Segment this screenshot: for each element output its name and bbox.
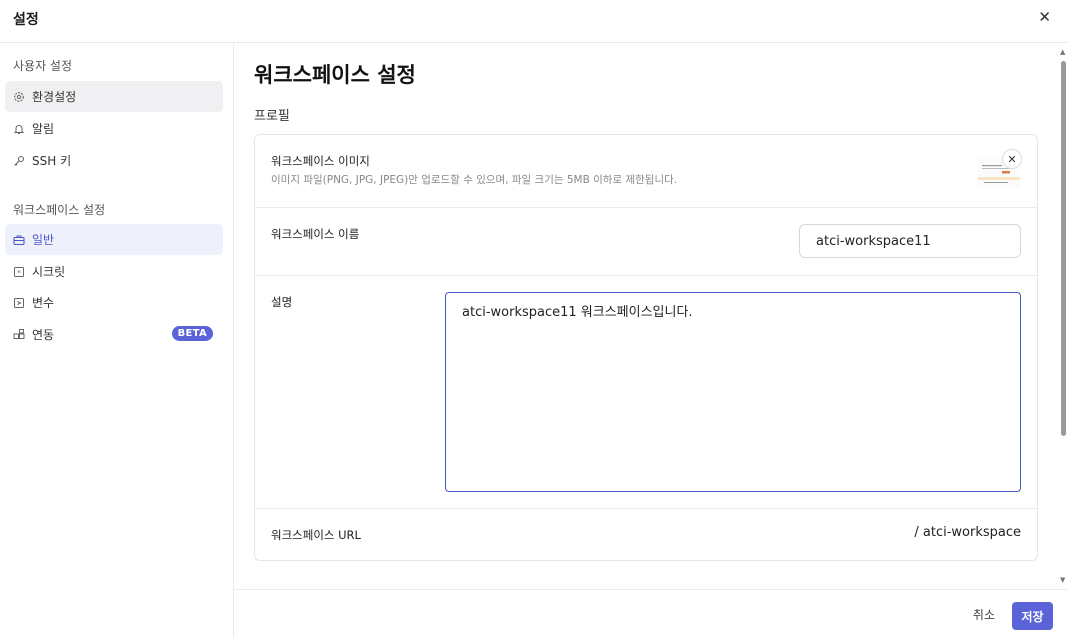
workspace-url-label: 워크스페이스 URL — [271, 528, 361, 542]
beta-badge: BETA — [171, 326, 213, 341]
gear-icon — [13, 91, 25, 103]
secret-icon: * — [13, 266, 25, 278]
key-icon — [13, 155, 25, 167]
workspace-image-label: 워크스페이스 이미지 — [271, 154, 370, 168]
svg-text:*: * — [17, 269, 21, 277]
user-settings-section-label: 사용자 설정 — [13, 59, 73, 73]
workspace-name-row: 워크스페이스 이름 — [255, 208, 1037, 276]
description-textarea[interactable]: atci-workspace11 워크스페이스입니다. — [445, 292, 1021, 492]
workspace-name-label: 워크스페이스 이름 — [271, 227, 360, 241]
sidebar-item-label: 일반 — [32, 233, 55, 247]
integration-icon — [13, 328, 25, 341]
cancel-button[interactable]: 취소 — [973, 606, 995, 623]
sidebar-item-label: 시크릿 — [32, 265, 66, 279]
variable-icon — [13, 297, 25, 309]
workspace-image-help: 이미지 파일(PNG, JPG, JPEG)만 업로드할 수 있으며, 파일 크… — [271, 174, 678, 186]
sidebar-item-variables[interactable]: 변수 — [5, 287, 223, 318]
workspace-settings-section-label: 워크스페이스 설정 — [13, 203, 106, 217]
close-icon[interactable]: ✕ — [1038, 8, 1051, 26]
sidebar-item-preferences[interactable]: 환경설정 — [5, 81, 223, 112]
scroll-down-icon[interactable]: ▼ — [1060, 576, 1065, 584]
dialog-title: 설정 — [13, 12, 39, 28]
sidebar-item-label: 연동 — [32, 328, 55, 342]
settings-main: 워크스페이스 설정 프로필 워크스페이스 이미지 이미지 파일(PNG, JPG… — [234, 43, 1060, 589]
sidebar-item-label: 환경설정 — [32, 90, 77, 104]
sidebar-item-label: SSH 키 — [32, 154, 72, 168]
dialog-footer: 취소 저장 — [234, 589, 1067, 638]
workspace-url-value: / atci-workspace — [914, 525, 1021, 540]
dialog-header: 설정 ✕ — [0, 0, 1067, 43]
sidebar-item-label: 변수 — [32, 296, 55, 310]
sidebar-item-integrations[interactable]: 연동 BETA — [5, 319, 223, 350]
scroll-up-icon[interactable]: ▲ — [1060, 48, 1065, 56]
sidebar-item-label: 알림 — [32, 122, 55, 136]
description-label: 설명 — [271, 295, 293, 309]
settings-sidebar: 사용자 설정 환경설정 알림 SSH 키 워크스페이스 설정 일반 * 시크릿 — [0, 43, 234, 638]
save-button[interactable]: 저장 — [1012, 602, 1053, 630]
remove-image-icon[interactable]: ✕ — [1002, 149, 1022, 169]
scrollbar-thumb[interactable] — [1061, 61, 1066, 436]
workspace-image-thumbnail[interactable]: ✕ — [978, 149, 1022, 189]
page-title: 워크스페이스 설정 — [254, 63, 416, 87]
workspace-name-input[interactable] — [799, 224, 1021, 258]
profile-card: 워크스페이스 이미지 이미지 파일(PNG, JPG, JPEG)만 업로드할 … — [254, 134, 1038, 561]
sidebar-item-notifications[interactable]: 알림 — [5, 113, 223, 144]
briefcase-icon — [13, 234, 25, 246]
main-scrollbar[interactable]: ▲ ▼ — [1060, 43, 1067, 589]
sidebar-item-secrets[interactable]: * 시크릿 — [5, 256, 223, 287]
sidebar-item-ssh-keys[interactable]: SSH 키 — [5, 145, 223, 176]
profile-section-title: 프로필 — [254, 109, 290, 124]
workspace-url-row: 워크스페이스 URL / atci-workspace — [255, 509, 1037, 560]
workspace-image-row: 워크스페이스 이미지 이미지 파일(PNG, JPG, JPEG)만 업로드할 … — [255, 135, 1037, 208]
bell-icon — [13, 123, 25, 135]
sidebar-item-general[interactable]: 일반 — [5, 224, 223, 255]
description-row: 설명 atci-workspace11 워크스페이스입니다. — [255, 276, 1037, 509]
